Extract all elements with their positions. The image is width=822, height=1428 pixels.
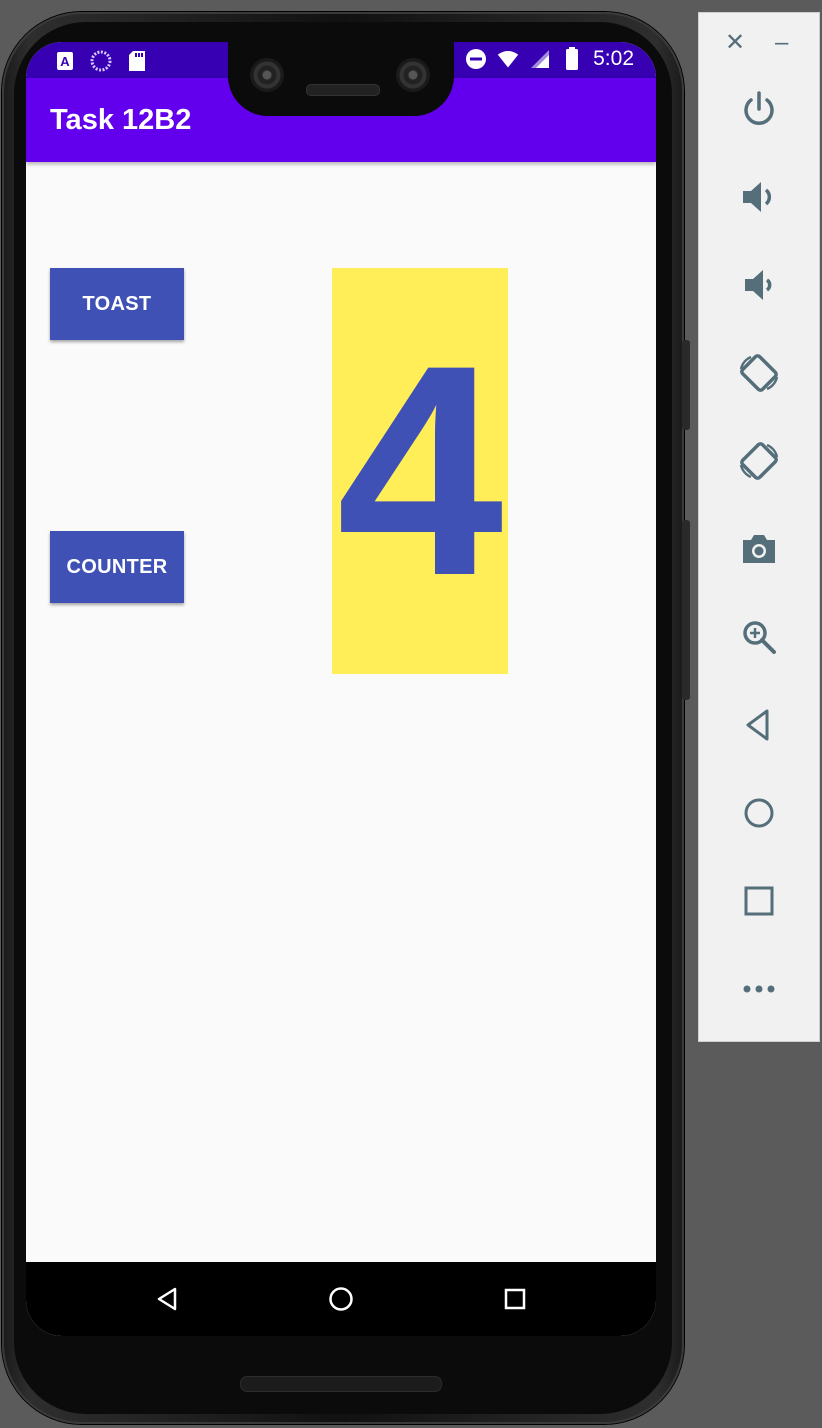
app-title: Task 12B2 [50, 104, 192, 136]
do-not-disturb-icon [465, 48, 487, 70]
volume-up-icon[interactable] [737, 175, 781, 219]
wifi-icon [497, 48, 519, 70]
volume-down-icon[interactable] [737, 263, 781, 307]
keyboard-a-icon: A [54, 50, 76, 72]
earpiece-speaker [306, 84, 380, 96]
device-volume-rocker [682, 520, 690, 700]
sd-card-icon [126, 50, 148, 72]
nav-back-icon[interactable] [152, 1284, 182, 1314]
home-icon[interactable] [737, 791, 781, 835]
power-icon[interactable] [737, 87, 781, 131]
status-notification-icons: A [54, 50, 148, 72]
rotate-right-icon[interactable] [737, 439, 781, 483]
cell-signal-icon [529, 48, 551, 70]
camera-icon[interactable] [737, 527, 781, 571]
count-value: 4 [336, 302, 504, 638]
rotate-left-icon[interactable] [737, 351, 781, 395]
close-icon[interactable]: ✕ [725, 31, 745, 55]
more-icon[interactable] [737, 967, 781, 1011]
battery-icon [561, 47, 583, 70]
camera-notch [228, 38, 454, 116]
front-camera-icon [250, 58, 284, 92]
zoom-icon[interactable] [737, 615, 781, 659]
status-system-icons: 5:02 [465, 47, 634, 71]
bottom-speaker [240, 1376, 442, 1392]
status-clock: 5:02 [593, 47, 634, 70]
counter-button[interactable]: COUNTER [50, 531, 184, 603]
emulator-toolbar: ✕ – [698, 12, 820, 1042]
minimize-icon[interactable]: – [775, 31, 788, 55]
sync-circle-icon [90, 50, 112, 72]
device-screen: A 5:02 Task 12B2 TOAST COUNTER 4 [26, 42, 656, 1336]
nav-recents-icon[interactable] [500, 1284, 530, 1314]
toast-button[interactable]: TOAST [50, 268, 184, 340]
device-power-button [682, 340, 690, 430]
back-icon[interactable] [737, 703, 781, 747]
navigation-bar [26, 1262, 656, 1336]
front-camera-icon [396, 58, 430, 92]
overview-icon[interactable] [737, 879, 781, 923]
svg-text:A: A [60, 54, 70, 69]
count-display: 4 [332, 268, 508, 674]
emulator-window-controls: ✕ – [699, 31, 819, 55]
nav-home-icon[interactable] [326, 1284, 356, 1314]
